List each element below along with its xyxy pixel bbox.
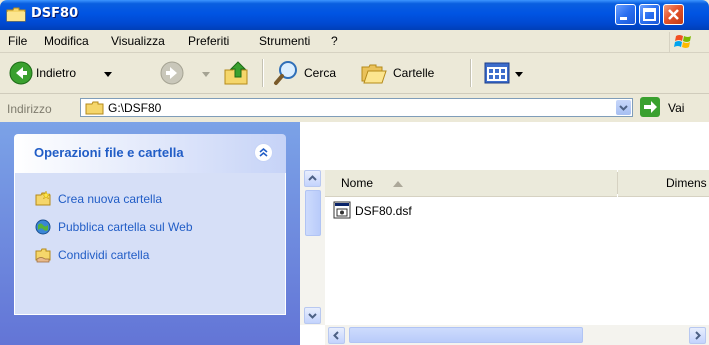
back-dropdown-icon [104,72,112,77]
menu-preferiti[interactable]: Preferiti [188,34,229,48]
address-label: Indirizzo [7,102,52,116]
collapse-chevron-icon [259,147,268,157]
vertical-scrollbar[interactable] [300,170,325,325]
search-label: Cerca [304,66,337,80]
folders-button[interactable]: Cartelle [356,58,461,88]
menu-help[interactable]: ? [331,34,338,48]
panel-body: Crea nuova cartella Pubblica cartella su… [14,173,286,315]
folder-icon [6,7,26,22]
menu-visualizza[interactable]: Visualizza [111,34,165,48]
maximize-icon [643,8,656,21]
minimize-button[interactable] [615,4,636,25]
column-header-name[interactable]: Nome [325,170,617,197]
views-dropdown-icon [515,72,523,77]
chevron-left-icon [333,331,339,340]
windows-logo-icon [674,35,691,48]
chevron-down-icon [308,313,317,319]
address-input[interactable]: G:\DSF80 [80,98,633,117]
up-button[interactable] [221,58,253,88]
back-arrow-icon [9,61,33,85]
chevron-up-icon [308,175,317,181]
file-name: DSF80.dsf [355,204,412,218]
sort-ascending-icon [393,181,403,187]
back-button[interactable]: Indietro [4,58,144,88]
scroll-right-button[interactable] [689,327,706,344]
minimize-icon [620,17,627,20]
windows-logo [669,32,700,52]
file-folder-tasks-panel: Operazioni file e cartella Crea nuova ca… [14,134,286,315]
search-button[interactable]: Cerca [270,58,350,88]
dsf-file-icon [333,201,351,219]
address-folder-icon [85,101,104,115]
address-bar: Indirizzo G:\DSF80 Vai [0,94,709,121]
views-button[interactable] [482,58,530,88]
title-bar[interactable]: DSF80 [0,0,709,30]
back-label: Indietro [36,66,77,80]
close-icon [668,9,679,20]
task-label: Condividi cartella [58,248,150,262]
vertical-scroll-thumb[interactable] [305,190,321,236]
standard-toolbar: Indietro Cerca Cartelle [0,53,709,94]
horizontal-scrollbar[interactable] [325,325,709,345]
chevron-down-icon [619,105,628,111]
explorer-window: DSF80 File Modifica Visualizza Preferiti… [0,0,709,345]
file-list-pane [300,122,709,345]
menu-bar: File Modifica Visualizza Preferiti Strum… [0,30,709,53]
chevron-right-icon [695,331,701,340]
go-arrow-icon [640,97,660,117]
toolbar-separator [470,59,472,87]
task-label: Pubblica cartella sul Web [58,220,193,234]
scroll-left-button[interactable] [328,327,345,344]
go-button[interactable]: Vai [640,97,700,118]
address-path: G:\DSF80 [108,101,162,115]
address-dropdown-button[interactable] [616,100,631,115]
forward-button[interactable] [158,58,210,88]
menu-strumenti[interactable]: Strumenti [259,34,310,48]
menu-modifica[interactable]: Modifica [44,34,89,48]
menu-file[interactable]: File [8,34,27,48]
forward-dropdown-icon [202,72,210,77]
column-label: Dimens [666,176,707,190]
share-folder-icon [35,248,51,263]
scroll-up-button[interactable] [304,170,321,187]
window-title: DSF80 [31,6,79,21]
folders-label: Cartelle [393,66,435,80]
panel-title: Operazioni file e cartella [34,145,184,160]
column-header-size[interactable]: Dimens [618,170,709,197]
task-pane: Operazioni file e cartella Crea nuova ca… [0,122,300,345]
search-icon [274,61,297,85]
go-label: Vai [668,101,685,115]
publish-web-icon [35,219,51,235]
scroll-down-button[interactable] [304,307,321,324]
column-label: Nome [341,176,374,190]
panel-header[interactable]: Operazioni file e cartella [14,134,286,173]
maximize-button[interactable] [639,4,660,25]
views-icon [484,62,510,84]
forward-arrow-icon [160,61,184,85]
close-button[interactable] [663,4,684,25]
folder-up-icon [224,61,248,85]
new-folder-icon [35,191,51,206]
task-label: Crea nuova cartella [58,192,163,206]
horizontal-scroll-thumb[interactable] [349,327,583,343]
collapse-button[interactable] [254,143,273,162]
folders-icon [361,64,387,84]
toolbar-separator [262,59,264,87]
